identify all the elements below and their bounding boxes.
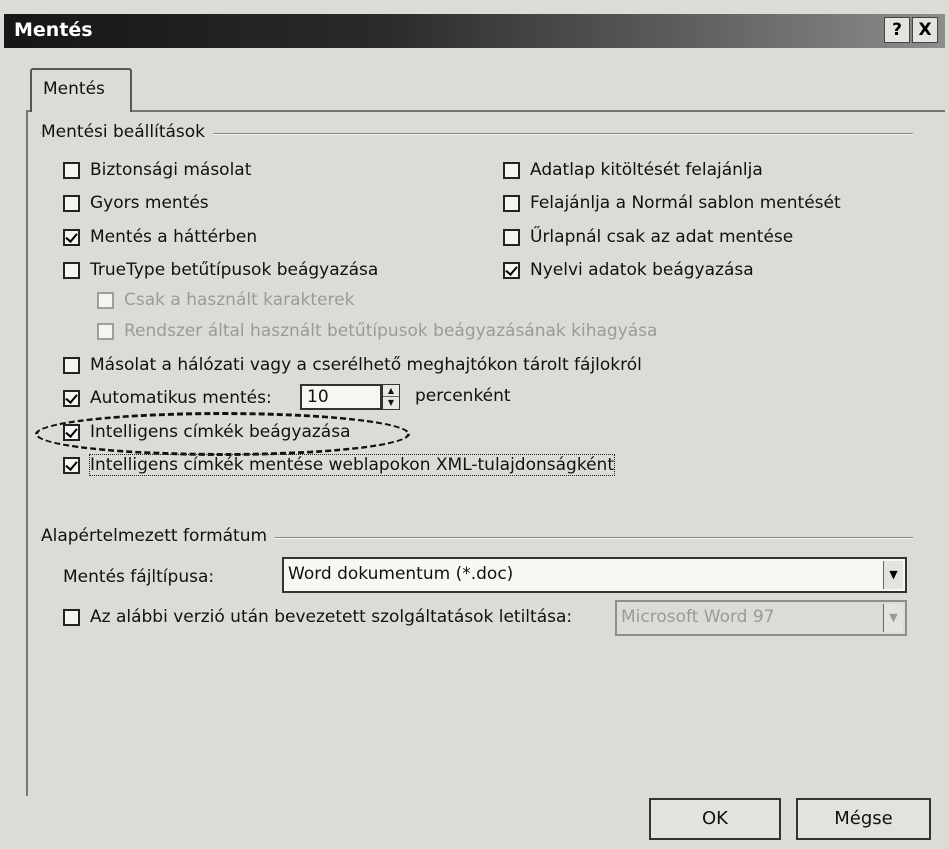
background-save-checkbox[interactable] [63,228,80,246]
network-copy-checkbox[interactable] [63,356,80,374]
disable-features-version-value: Microsoft Word 97 [621,607,775,627]
spin-up-icon[interactable]: ▲ [383,385,399,397]
option-embed-linguistic-data[interactable]: Nyelvi adatok beágyazása [503,260,754,280]
spin-down-icon[interactable]: ▼ [383,397,399,409]
fast-save-checkbox[interactable] [63,194,80,212]
close-button[interactable]: X [912,17,938,43]
embed-linguistic-data-label: Nyelvi adatok beágyazása [530,260,754,280]
autosave-unit-label: percenként [415,386,511,406]
save-as-type-select[interactable]: Word dokumentum (*.doc) ▼ [282,557,907,593]
prompt-form-data-label: Adatlap kitöltését felajánlja [530,160,763,180]
window-title: Mentés [14,19,93,41]
embed-truetype-label: TrueType betűtípusok beágyazása [90,260,379,280]
save-as-type-label: Mentés fájltípusa: [63,567,215,587]
save-as-type-value: Word dokumentum (*.doc) [288,564,514,584]
chevron-down-icon: ▼ [883,604,903,632]
embed-smart-tags-checkbox[interactable] [63,423,80,441]
option-embed-truetype[interactable]: TrueType betűtípusok beágyazása [63,260,378,280]
disable-features-checkbox[interactable] [63,608,80,626]
option-embed-used-characters: Csak a használt karakterek [97,290,354,310]
skip-system-fonts-label: Rendszer által használt betűtípusok beág… [124,321,658,341]
help-button[interactable]: ? [884,17,910,43]
autosave-minutes-input[interactable]: 10 [300,384,382,410]
tab-save[interactable]: Mentés [30,68,132,112]
option-disable-features[interactable]: Az alábbi verzió után bevezetett szolgál… [63,607,572,627]
chevron-down-icon[interactable]: ▼ [883,561,903,589]
option-embed-smart-tags[interactable]: Intelligens címkék beágyazása [63,422,351,442]
prompt-normal-template-label: Felajánlja a Normál sablon mentését [530,193,841,213]
save-options-dialog: Mentés ? X Mentés Mentési beállítások Bi… [0,0,949,849]
option-background-save[interactable]: Mentés a háttérben [63,227,257,247]
prompt-normal-template-checkbox[interactable] [503,194,520,212]
autosave-checkbox[interactable] [63,389,80,407]
backup-copy-label: Biztonsági másolat [90,160,252,180]
smart-tags-xml-label: Intelligens címkék mentése weblapokon XM… [89,454,615,476]
autosave-label: Automatikus mentés: [90,388,272,408]
skip-system-fonts-checkbox [97,322,114,340]
option-prompt-normal-template[interactable]: Felajánlja a Normál sablon mentését [503,193,841,213]
disable-features-version-select: Microsoft Word 97 ▼ [615,600,907,636]
background-save-label: Mentés a háttérben [90,227,258,247]
option-save-form-data-only[interactable]: Űrlapnál csak az adat mentése [503,227,793,247]
save-form-data-only-label: Űrlapnál csak az adat mentése [530,227,794,247]
ok-button[interactable]: OK [649,798,781,840]
backup-copy-checkbox[interactable] [63,161,80,179]
option-autosave[interactable]: Automatikus mentés: [63,388,272,408]
smart-tags-xml-checkbox[interactable] [63,456,80,474]
option-skip-system-fonts: Rendszer által használt betűtípusok beág… [97,321,657,341]
embed-linguistic-data-checkbox[interactable] [503,261,520,279]
save-settings-group-title: Mentési beállítások [41,122,214,142]
autosave-spinner[interactable]: ▲ ▼ [382,384,400,410]
default-format-group-title: Alapértelmezett formátum [41,526,276,546]
option-smart-tags-xml[interactable]: Intelligens címkék mentése weblapokon XM… [63,454,615,476]
disable-features-label: Az alábbi verzió után bevezetett szolgál… [90,607,573,627]
option-fast-save[interactable]: Gyors mentés [63,193,209,213]
save-form-data-only-checkbox[interactable] [503,228,520,246]
embed-smart-tags-label: Intelligens címkék beágyazása [90,422,351,442]
prompt-form-data-checkbox[interactable] [503,161,520,179]
fast-save-label: Gyors mentés [90,193,209,213]
network-copy-label: Másolat a hálózati vagy a cserélhető meg… [90,355,642,375]
embed-truetype-checkbox[interactable] [63,261,80,279]
embed-used-characters-checkbox [97,291,114,309]
tab-save-label: Mentés [43,79,105,99]
embed-used-characters-label: Csak a használt karakterek [124,290,355,310]
option-prompt-form-data[interactable]: Adatlap kitöltését felajánlja [503,160,763,180]
option-backup-copy[interactable]: Biztonsági másolat [63,160,251,180]
title-bar: Mentés ? X [4,14,945,48]
option-network-copy[interactable]: Másolat a hálózati vagy a cserélhető meg… [63,355,642,375]
cancel-button[interactable]: Mégse [796,798,931,840]
